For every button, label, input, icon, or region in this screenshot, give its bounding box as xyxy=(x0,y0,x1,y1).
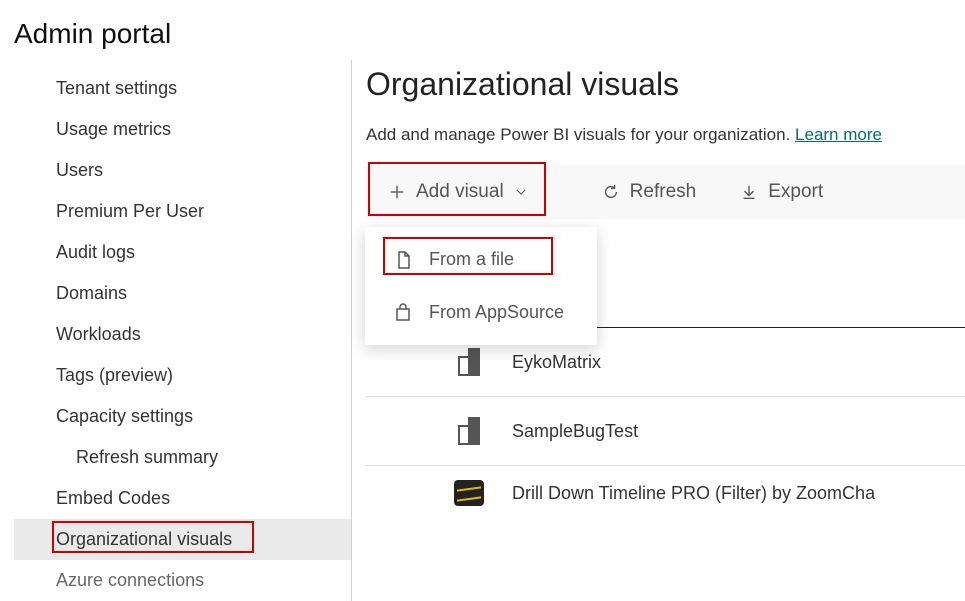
refresh-label: Refresh xyxy=(630,181,697,203)
sidebar: Tenant settings Usage metrics Users Prem… xyxy=(14,60,352,601)
visuals-list: EykoMatrix SampleBugTest Drill Down Time… xyxy=(366,327,965,506)
visual-icon xyxy=(454,417,484,445)
sidebar-item-domains[interactable]: Domains xyxy=(14,273,351,314)
learn-more-link[interactable]: Learn more xyxy=(795,125,882,144)
visual-name: SampleBugTest xyxy=(512,421,638,442)
refresh-icon xyxy=(602,183,620,201)
dropdown-from-appsource[interactable]: From AppSource xyxy=(365,286,597,339)
table-row[interactable]: SampleBugTest xyxy=(366,397,965,466)
sidebar-item-tags-preview[interactable]: Tags (preview) xyxy=(14,355,351,396)
drilldown-icon xyxy=(454,480,484,506)
sidebar-item-premium-per-user[interactable]: Premium Per User xyxy=(14,191,351,232)
sidebar-item-usage-metrics[interactable]: Usage metrics xyxy=(14,109,351,150)
page-header-title: Admin portal xyxy=(14,18,951,50)
visual-name: EykoMatrix xyxy=(512,352,601,373)
sidebar-item-embed-codes[interactable]: Embed Codes xyxy=(14,478,351,519)
sidebar-item-capacity-settings[interactable]: Capacity settings xyxy=(14,396,351,437)
sidebar-item-users[interactable]: Users xyxy=(14,150,351,191)
dropdown-from-file[interactable]: From a file xyxy=(365,233,597,286)
refresh-button[interactable]: Refresh xyxy=(580,165,719,219)
dropdown-from-appsource-label: From AppSource xyxy=(429,302,564,323)
page-title: Organizational visuals xyxy=(366,66,965,103)
sidebar-item-refresh-summary[interactable]: Refresh summary xyxy=(14,437,351,478)
export-label: Export xyxy=(768,181,823,203)
visual-name: Drill Down Timeline PRO (Filter) by Zoom… xyxy=(512,483,875,504)
toolbar: Add visual Refresh Export xyxy=(366,165,965,219)
sidebar-item-organizational-visuals[interactable]: Organizational visuals xyxy=(14,519,351,560)
visual-icon xyxy=(454,348,484,376)
sidebar-item-workloads[interactable]: Workloads xyxy=(14,314,351,355)
main-content: Organizational visuals Add and manage Po… xyxy=(352,60,965,601)
highlight-box xyxy=(52,521,254,553)
page-description: Add and manage Power BI visuals for your… xyxy=(366,125,965,145)
download-icon xyxy=(740,183,758,201)
highlight-box xyxy=(368,162,546,216)
highlight-box xyxy=(383,237,553,275)
table-row[interactable]: Drill Down Timeline PRO (Filter) by Zoom… xyxy=(366,466,965,506)
appsource-icon xyxy=(393,303,413,323)
add-visual-button[interactable]: Add visual xyxy=(366,165,550,219)
export-button[interactable]: Export xyxy=(718,165,845,219)
sidebar-item-audit-logs[interactable]: Audit logs xyxy=(14,232,351,273)
sidebar-item-tenant-settings[interactable]: Tenant settings xyxy=(14,68,351,109)
header: Admin portal xyxy=(0,0,965,60)
add-visual-dropdown: From a file From AppSource xyxy=(365,227,597,345)
